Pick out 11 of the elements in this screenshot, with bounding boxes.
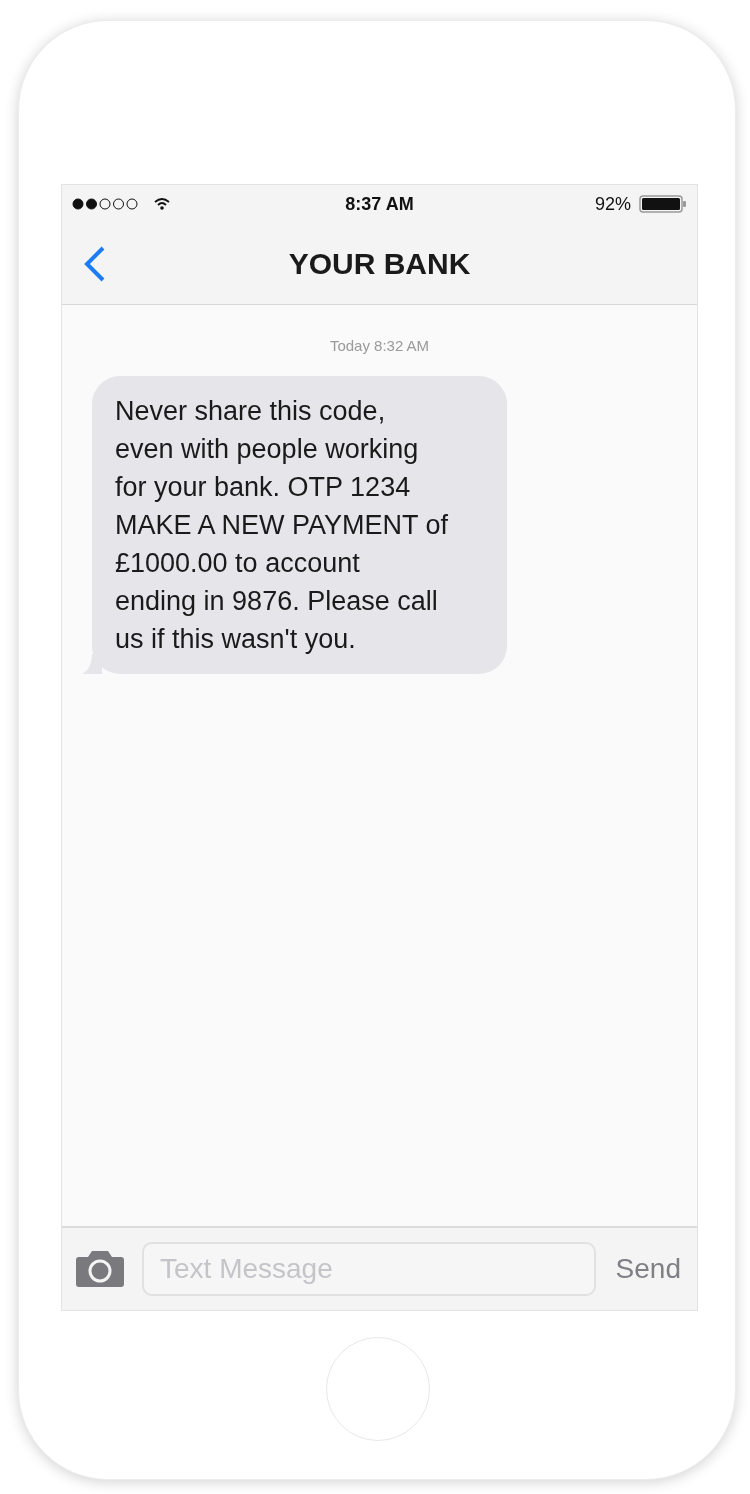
camera-icon[interactable] — [74, 1250, 126, 1288]
message-text: Never share this code, even with people working for your bank. OTP 1234 MAKE A NEW PAYMENT of £1000.00 to account ending in 9876. Please call us if this wasn't you. — [115, 394, 450, 656]
chevron-left-icon — [84, 245, 106, 282]
wifi-icon — [154, 198, 170, 210]
battery-icon — [639, 195, 687, 213]
battery-percentage: 92% — [594, 192, 631, 216]
status-time: 8:37 AM — [344, 192, 415, 216]
message-timestamp: Today 8:32 AM — [329, 336, 430, 356]
send-button[interactable]: Send — [611, 1248, 685, 1290]
signal-icon — [72, 198, 140, 210]
conversation-title: YOUR BANK — [288, 246, 471, 282]
